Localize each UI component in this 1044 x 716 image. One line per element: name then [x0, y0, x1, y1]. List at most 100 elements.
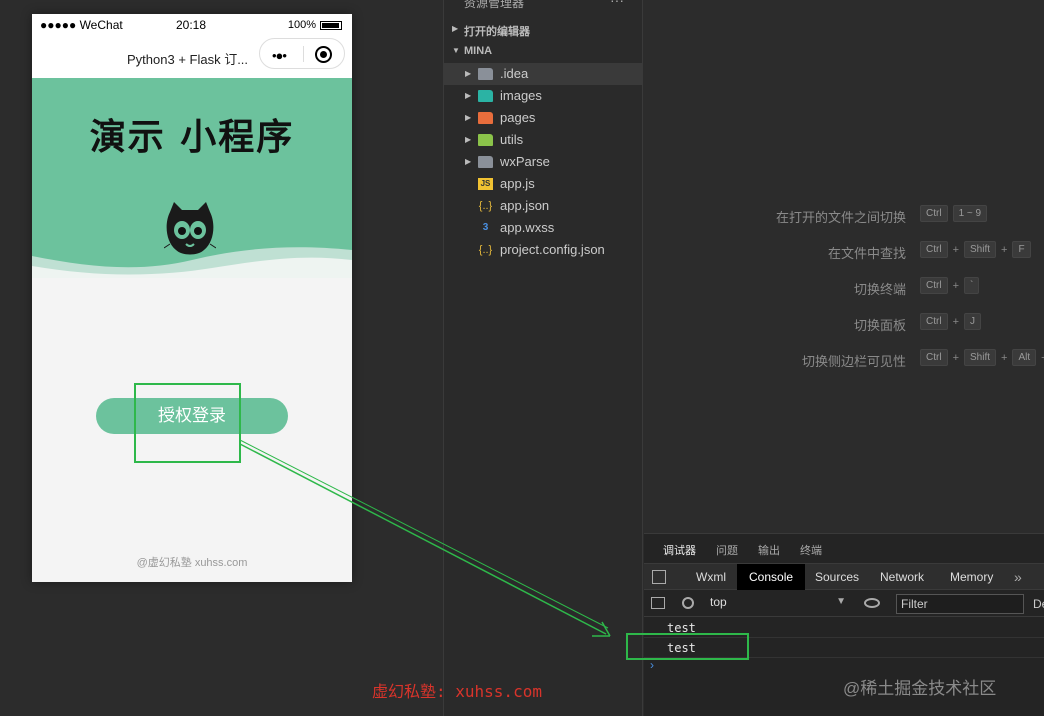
tree-item-app-json[interactable]: {..} app.json [444, 195, 642, 217]
tree-item-images[interactable]: ▶ images [444, 85, 642, 107]
tree-item-project-config[interactable]: {..} project.config.json [444, 239, 642, 261]
section-project-mina[interactable]: ▼ MINA [444, 42, 644, 62]
key-cap: Ctrl [920, 205, 948, 222]
key-plus: + [952, 315, 959, 328]
json-file-icon: {..} [478, 200, 493, 212]
watermark-red-text: 虚幻私塾: xuhss.com [372, 682, 542, 701]
tree-item-label: app.wxss [500, 220, 555, 235]
chevron-right-icon: ▶ [465, 91, 472, 100]
tab-wxml[interactable]: Wxml [684, 564, 738, 590]
key-cap: Alt [1012, 349, 1037, 366]
tab-memory[interactable]: Memory [938, 564, 1005, 590]
panel-tabs: 调试器 问题 输出 终端 [644, 534, 1044, 565]
chevron-right-icon: ▶ [465, 157, 472, 166]
phone-nav-bar: Python3 + Flask 订... •●• [32, 36, 352, 78]
tree-item-label: pages [500, 110, 536, 125]
phone-footer-text: @虚幻私塾 xuhss.com [136, 557, 248, 569]
inspect-element-icon[interactable] [652, 570, 666, 584]
section-open-editors[interactable]: ▶ 打开的编辑器 [444, 20, 644, 40]
key-plus: + [952, 243, 959, 256]
chevron-down-icon: ▼ [452, 46, 460, 55]
tree-item-wxparse[interactable]: ▶ wxParse [444, 151, 642, 173]
section-label: 打开的编辑器 [464, 26, 530, 38]
console-sidebar-icon[interactable] [651, 597, 665, 609]
key-plus: + [1001, 351, 1008, 364]
live-expression-eye-icon[interactable] [864, 598, 880, 608]
key-cap: Ctrl [920, 313, 948, 330]
console-toolbar: top ▼ De [644, 591, 1044, 617]
log-highlight-box [626, 633, 749, 660]
tab-problems[interactable]: 问题 [716, 542, 738, 558]
battery-status: 100% [288, 19, 342, 31]
tree-item-idea[interactable]: ▶ .idea [444, 63, 642, 85]
tree-item-label: app.js [500, 176, 535, 191]
editor-shortcut-hints: 在打开的文件之间切换 Ctrl 1 ~ 9 在文件中查找 Ctrl + Shif… [644, 0, 1044, 530]
phone-status-bar: ●●●●● WeChat 20:18 100% [32, 14, 352, 36]
battery-icon [320, 20, 342, 30]
app-title: 演示 小程序 [89, 116, 295, 158]
battery-percent: 100% [287, 19, 316, 31]
tab-console[interactable]: Console [737, 564, 806, 590]
shortcut-switch-files: 在打开的文件之间切换 Ctrl 1 ~ 9 [644, 205, 1044, 225]
key-cap: Ctrl [920, 241, 948, 258]
tree-item-utils[interactable]: ▶ utils [444, 129, 642, 151]
key-cap: ` [964, 277, 980, 294]
tree-item-app-js[interactable]: JS app.js [444, 173, 642, 195]
tree-item-app-wxss[interactable]: 3 app.wxss [444, 217, 642, 239]
capsule-divider [303, 46, 304, 62]
tree-item-label: project.config.json [500, 242, 605, 257]
utils-folder-icon [478, 134, 493, 146]
devtools-tab-bar: Wxml Console Sources Network Memory » [644, 563, 1044, 590]
tab-output[interactable]: 输出 [758, 542, 780, 558]
tab-network[interactable]: Network [868, 564, 936, 590]
more-tabs-icon[interactable]: » [1014, 564, 1022, 590]
key-cap: Shift [964, 241, 997, 258]
folder-icon [478, 68, 493, 80]
log-levels-select[interactable]: De [1033, 597, 1044, 611]
console-filter-input[interactable] [896, 594, 1024, 614]
context-select[interactable]: top ▼ [710, 595, 846, 613]
tree-item-label: wxParse [500, 154, 550, 169]
page-title: Python3 + Flask 订... [127, 52, 249, 67]
key-cap: 1 ~ 9 [952, 205, 988, 222]
tree-item-pages[interactable]: ▶ pages [444, 107, 642, 129]
tab-sources[interactable]: Sources [803, 564, 871, 590]
dropdown-caret-icon: ▼ [836, 596, 846, 607]
tree-item-label: utils [500, 132, 524, 147]
pages-folder-icon [478, 112, 493, 124]
tree-item-label: images [500, 88, 542, 103]
menu-capsule: •●• [259, 38, 345, 69]
shortcut-toggle-panel: 切换面板 Ctrl + J [644, 313, 1044, 333]
login-highlight-box [134, 383, 241, 463]
section-label: MINA [464, 45, 493, 57]
tree-item-label: .idea [500, 66, 529, 81]
key-cap: Ctrl [920, 277, 948, 294]
shortcut-find-in-files: 在文件中查找 Ctrl + Shift + F [644, 241, 1044, 261]
key-plus: + [952, 279, 959, 292]
console-prompt[interactable]: › [650, 658, 654, 672]
carrier-label: ●●●●● WeChat [40, 18, 123, 32]
cat-mascot-icon [164, 202, 216, 255]
images-folder-icon [478, 90, 493, 102]
folder-icon [478, 156, 493, 168]
shortcut-toggle-sidebar: 切换侧边栏可见性 Ctrl + Shift + Alt + [644, 349, 1044, 369]
key-cap: Ctrl [920, 349, 948, 366]
chevron-right-icon: ▶ [452, 24, 459, 33]
wxss-file-icon: 3 [482, 222, 489, 233]
close-miniprogram-icon[interactable] [315, 46, 332, 63]
key-plus: + [952, 351, 959, 364]
key-plus: + [1001, 243, 1008, 256]
watermark-site-text: @稀土掘金技术社区 [843, 679, 997, 698]
key-cap: F [1012, 241, 1031, 258]
tab-terminal[interactable]: 终端 [800, 542, 822, 558]
tab-debugger[interactable]: 调试器 [663, 542, 696, 565]
key-cap: J [964, 313, 981, 330]
clear-console-icon[interactable] [682, 597, 694, 609]
chevron-right-icon: ▶ [465, 135, 472, 144]
explorer-title: 资源管理器 [464, 0, 525, 10]
js-file-icon: JS [478, 178, 493, 190]
more-icon[interactable]: •●• [272, 48, 287, 63]
explorer-more-icon[interactable]: ··· [610, 0, 624, 8]
shortcut-toggle-terminal: 切换终端 Ctrl + ` [644, 277, 1044, 297]
chevron-right-icon: ▶ [465, 69, 472, 78]
